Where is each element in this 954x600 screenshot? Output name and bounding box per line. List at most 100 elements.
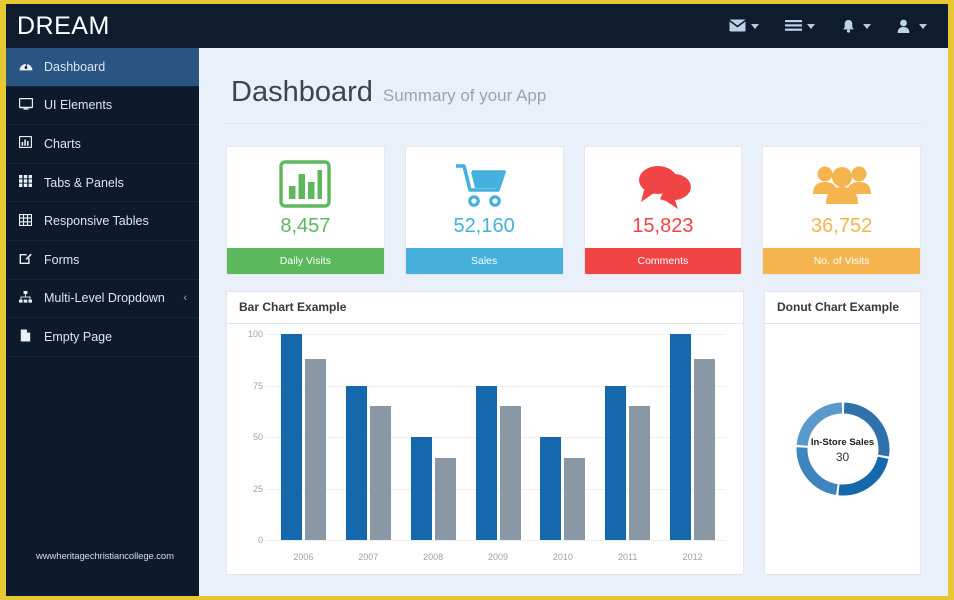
table-icon xyxy=(16,213,35,229)
bar[interactable] xyxy=(629,406,651,540)
tasks-icon xyxy=(785,19,802,34)
stat-label: No. of Visits xyxy=(763,248,920,274)
bar[interactable] xyxy=(564,457,586,540)
bar-group xyxy=(401,437,466,540)
bar[interactable] xyxy=(499,406,521,540)
bar-chart-panel: Bar Chart Example 0 25 50 75 100 2006 2007 2008… xyxy=(226,291,744,575)
page-header: Dashboard Summary of your App xyxy=(226,48,921,124)
grid-line xyxy=(267,540,725,541)
user-icon xyxy=(897,19,914,34)
sidebar-item-responsive-tables[interactable]: Responsive Tables xyxy=(6,202,199,241)
bar-chart-body: 0 25 50 75 100 2006 2007 2008 2009 2010 2011 2012 xyxy=(227,324,743,574)
sidebar-item-tabs-panels[interactable]: Tabs & Panels xyxy=(6,164,199,203)
chevron-down-icon xyxy=(919,23,927,29)
x-axis-labels: 2006 2007 2008 2009 2010 2011 2012 xyxy=(271,552,725,562)
sidebar-item-charts[interactable]: Charts xyxy=(6,125,199,164)
donut-chart-title: Donut Chart Example xyxy=(765,292,920,324)
x-axis-tick: 2007 xyxy=(358,552,379,562)
stat-label: Daily Visits xyxy=(227,248,384,274)
bar[interactable] xyxy=(410,437,432,540)
sidebar-item-label: UI Elements xyxy=(44,98,113,113)
chevron-left-icon: ‹ xyxy=(183,291,187,304)
stat-card-sales[interactable]: 52,160 Sales xyxy=(404,146,564,275)
topnav-actions xyxy=(716,4,940,48)
notifications-dropdown[interactable] xyxy=(828,4,884,48)
y-axis-tick: 25 xyxy=(252,483,263,494)
sidebar-item-label: Forms xyxy=(44,252,80,267)
bar[interactable] xyxy=(280,334,302,540)
bar-chart-icon xyxy=(227,147,384,215)
bar-group xyxy=(336,385,401,540)
sidebar-item-label: Empty Page xyxy=(44,329,113,344)
donut-center-title: In-Store Sales xyxy=(810,437,875,448)
grid-icon xyxy=(16,175,35,190)
bar[interactable] xyxy=(540,437,562,540)
chevron-down-icon xyxy=(863,23,871,29)
sidebar-item-empty-page[interactable]: Empty Page xyxy=(6,318,199,357)
sidebar: Dashboard UI Elements Charts Tabs & Pane… xyxy=(6,48,199,596)
sidebar-item-label: Responsive Tables xyxy=(44,214,149,229)
dashboard-icon xyxy=(16,60,35,74)
bar-series xyxy=(271,334,725,540)
bar-group xyxy=(530,437,595,540)
sidebar-item-multi-level-dropdown[interactable]: Multi-Level Dropdown ‹ xyxy=(6,280,199,319)
bar-group xyxy=(595,385,660,540)
sidebar-item-label: Dashboard xyxy=(44,59,106,74)
sidebar-item-forms[interactable]: Forms xyxy=(6,241,199,280)
tasks-dropdown[interactable] xyxy=(772,4,828,48)
bar[interactable] xyxy=(369,406,391,540)
envelope-icon xyxy=(729,19,746,34)
stat-card-daily-visits[interactable]: 8,457 Daily Visits xyxy=(226,146,385,275)
sidebar-item-dashboard[interactable]: Dashboard xyxy=(6,48,199,87)
stat-value: 36,752 xyxy=(811,215,873,237)
x-axis-tick: 2009 xyxy=(487,552,509,562)
chart-panels: Bar Chart Example 0 25 50 75 100 2006 2007 2008… xyxy=(226,291,921,575)
bar-chart-title: Bar Chart Example xyxy=(227,292,743,324)
donut-chart-panel: Donut Chart Example In-Store Sales 30 xyxy=(764,291,921,575)
monitor-icon xyxy=(16,97,35,113)
page-subtitle: Summary of your App xyxy=(382,86,547,105)
bar-group xyxy=(271,334,336,540)
stat-card-comments[interactable]: 15,823 Comments xyxy=(583,146,743,275)
x-axis-tick: 2011 xyxy=(618,552,638,562)
x-axis-tick: 2006 xyxy=(293,552,314,562)
x-axis-tick: 2012 xyxy=(682,552,703,562)
bar[interactable] xyxy=(670,334,692,540)
donut-chart-body: In-Store Sales 30 xyxy=(765,324,920,574)
stat-value: 15,823 xyxy=(632,215,694,237)
app-frame: DREAM Dashboard UI Elements Charts Tabs … xyxy=(6,4,948,596)
file-icon xyxy=(16,329,35,345)
bar-chart-icon xyxy=(16,136,35,151)
watermark-text: wwwheritagechristiancollege.com xyxy=(36,551,174,562)
bar[interactable] xyxy=(475,385,497,540)
chevron-down-icon xyxy=(807,23,815,29)
bar[interactable] xyxy=(694,358,716,540)
page-title: Dashboard xyxy=(231,76,373,108)
stat-label: Sales xyxy=(405,248,563,274)
donut-center-value: 30 xyxy=(835,450,850,464)
bar[interactable] xyxy=(434,457,456,540)
messages-dropdown[interactable] xyxy=(716,4,772,48)
y-axis-tick: 100 xyxy=(247,329,263,339)
main-content: Dashboard Summary of your App 8,457 Dail… xyxy=(199,48,948,596)
top-navbar: DREAM xyxy=(6,4,948,48)
edit-icon xyxy=(16,252,35,267)
account-dropdown[interactable] xyxy=(884,4,940,48)
stat-label: Comments xyxy=(584,248,742,274)
sidebar-item-label: Multi-Level Dropdown xyxy=(44,291,165,306)
y-axis-tick: 50 xyxy=(252,432,263,442)
sidebar-item-label: Charts xyxy=(44,136,81,151)
users-icon xyxy=(763,147,920,215)
y-axis-tick: 0 xyxy=(257,535,263,545)
bar[interactable] xyxy=(345,385,367,540)
sitemap-icon xyxy=(16,290,35,306)
sidebar-item-ui-elements[interactable]: UI Elements xyxy=(6,87,199,126)
bar[interactable] xyxy=(304,358,326,540)
bar[interactable] xyxy=(605,385,627,540)
stat-card-no-of-visits[interactable]: 36,752 No. of Visits xyxy=(762,146,921,275)
brand-logo[interactable]: DREAM xyxy=(17,12,110,41)
stat-cards: 8,457 Daily Visits 52,160 Sales 15,823 C… xyxy=(226,146,921,275)
stat-value: 52,160 xyxy=(453,215,515,237)
comments-icon xyxy=(585,147,742,215)
bar-chart[interactable]: 0 25 50 75 100 2006 2007 2008 2009 2010 2011 2012 xyxy=(227,324,743,574)
